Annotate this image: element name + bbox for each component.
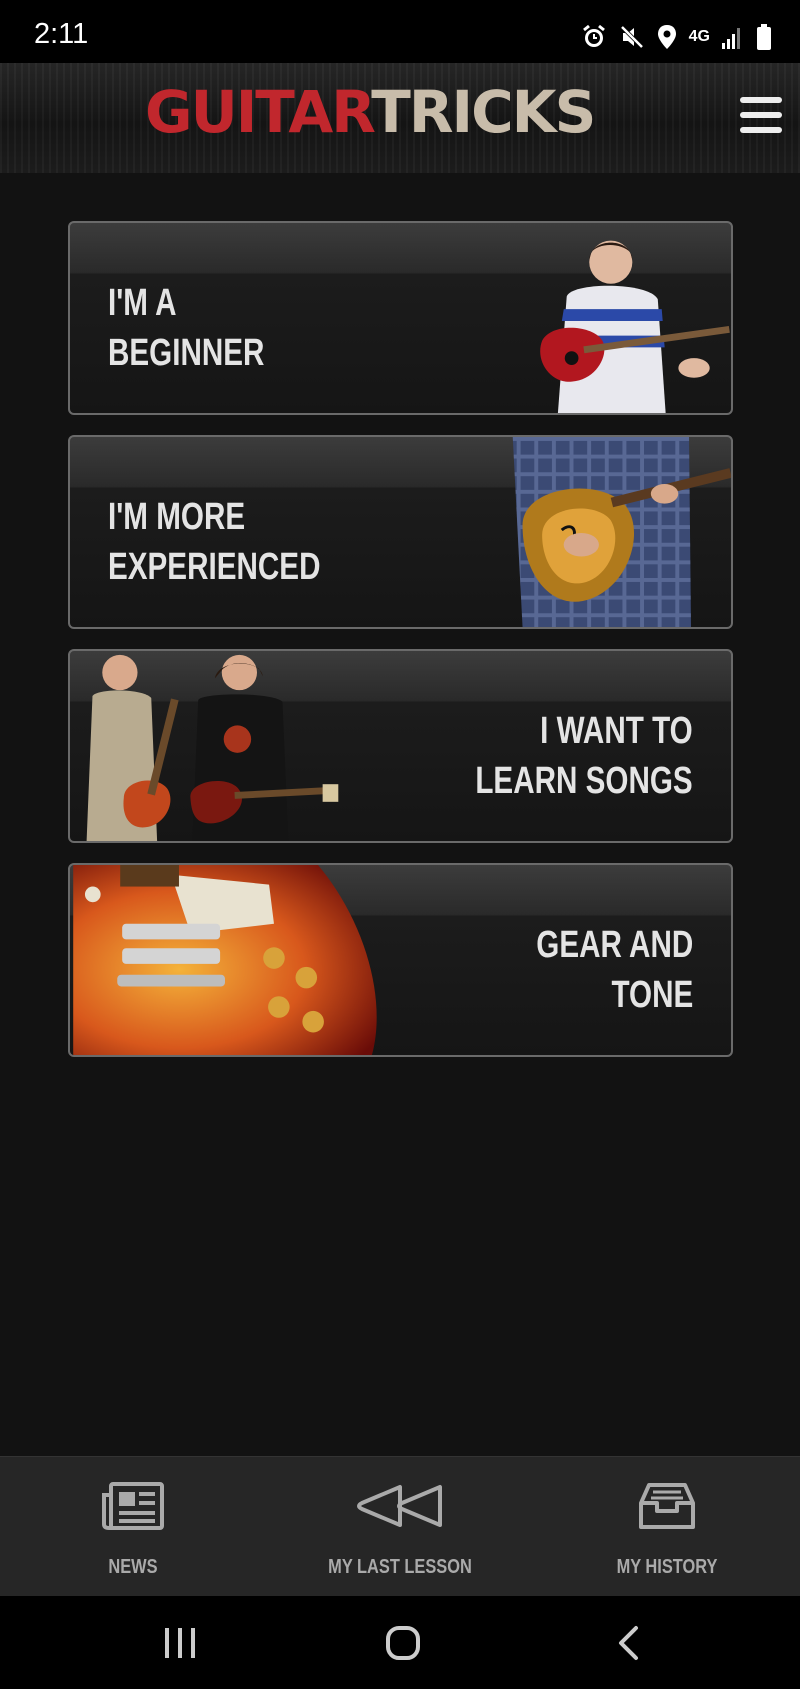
bottom-nav: NEWS MY LAST LESSON MY HISTORY [0, 1456, 800, 1596]
back-icon [619, 1625, 638, 1660]
newspaper-icon [102, 1482, 164, 1530]
nav-my-history[interactable]: MY HISTORY [567, 1457, 767, 1597]
experienced-guitarist-image [512, 437, 731, 627]
recents-icon [165, 1627, 195, 1658]
status-time: 2:11 [34, 18, 89, 50]
status-icons: 4G [581, 22, 772, 52]
menu-bar [740, 127, 782, 133]
learn-songs-card[interactable]: I WANT TO LEARN SONGS [68, 649, 733, 843]
network-4g-icon: 4G [688, 28, 710, 45]
two-guitarists-image [86, 654, 339, 841]
nav-news[interactable]: NEWS [33, 1457, 233, 1597]
home-icon [386, 1625, 420, 1660]
system-nav-bar [0, 1596, 800, 1689]
learn-songs-line1: I WANT TO [540, 710, 693, 752]
location-icon [657, 25, 676, 49]
learn-songs-line2: LEARN SONGS [475, 760, 693, 802]
status-bar: 2:11 4G [0, 0, 800, 63]
nav-my-last-lesson-label: MY LAST LESSON [328, 1556, 472, 1578]
menu-bar [740, 97, 782, 103]
learn-songs-label: I WANT TO LEARN SONGS [476, 706, 693, 806]
app-header: GUITARTRICKS [0, 63, 800, 173]
recents-button[interactable] [120, 1596, 240, 1689]
mute-icon [620, 25, 644, 49]
guitar-closeup-image [73, 865, 377, 1055]
menu-bar [740, 112, 782, 118]
nav-my-history-label: MY HISTORY [616, 1556, 718, 1578]
alarm-icon [582, 24, 605, 47]
beginner-label: I'M A BEGINNER [108, 278, 264, 378]
gear-and-tone-card[interactable]: GEAR AND TONE [68, 863, 733, 1057]
home-button[interactable] [343, 1596, 463, 1689]
signal-icon [722, 28, 740, 49]
gear-and-tone-line2: TONE [611, 974, 693, 1016]
beginner-guitarist-image [540, 240, 730, 413]
logo-guitar-text: GUITAR [145, 78, 373, 146]
nav-news-label: NEWS [108, 1556, 158, 1578]
beginner-card[interactable]: I'M A BEGINNER [68, 221, 733, 415]
guitartricks-logo: GUITARTRICKS [145, 83, 596, 141]
gear-and-tone-label: GEAR AND TONE [536, 920, 693, 1020]
main-content: I'M A BEGINNER I'M MORE EXPERIENCED I WA… [0, 173, 800, 1456]
experienced-label: I'M MORE EXPERIENCED [108, 492, 320, 592]
logo-tricks-text: TRICKS [371, 78, 596, 146]
back-button[interactable] [568, 1596, 688, 1689]
nav-my-last-lesson[interactable]: MY LAST LESSON [300, 1457, 500, 1597]
rewind-icon [357, 1485, 442, 1527]
gear-and-tone-line1: GEAR AND [536, 924, 693, 966]
battery-icon [757, 24, 771, 50]
experienced-card[interactable]: I'M MORE EXPERIENCED [68, 435, 733, 629]
beginner-line2: BEGINNER [108, 332, 265, 374]
beginner-line1: I'M A [108, 282, 177, 324]
experienced-line1: I'M MORE [108, 496, 246, 538]
experienced-line2: EXPERIENCED [108, 546, 321, 588]
hamburger-menu-icon[interactable] [740, 97, 782, 133]
inbox-tray-icon [639, 1483, 695, 1529]
